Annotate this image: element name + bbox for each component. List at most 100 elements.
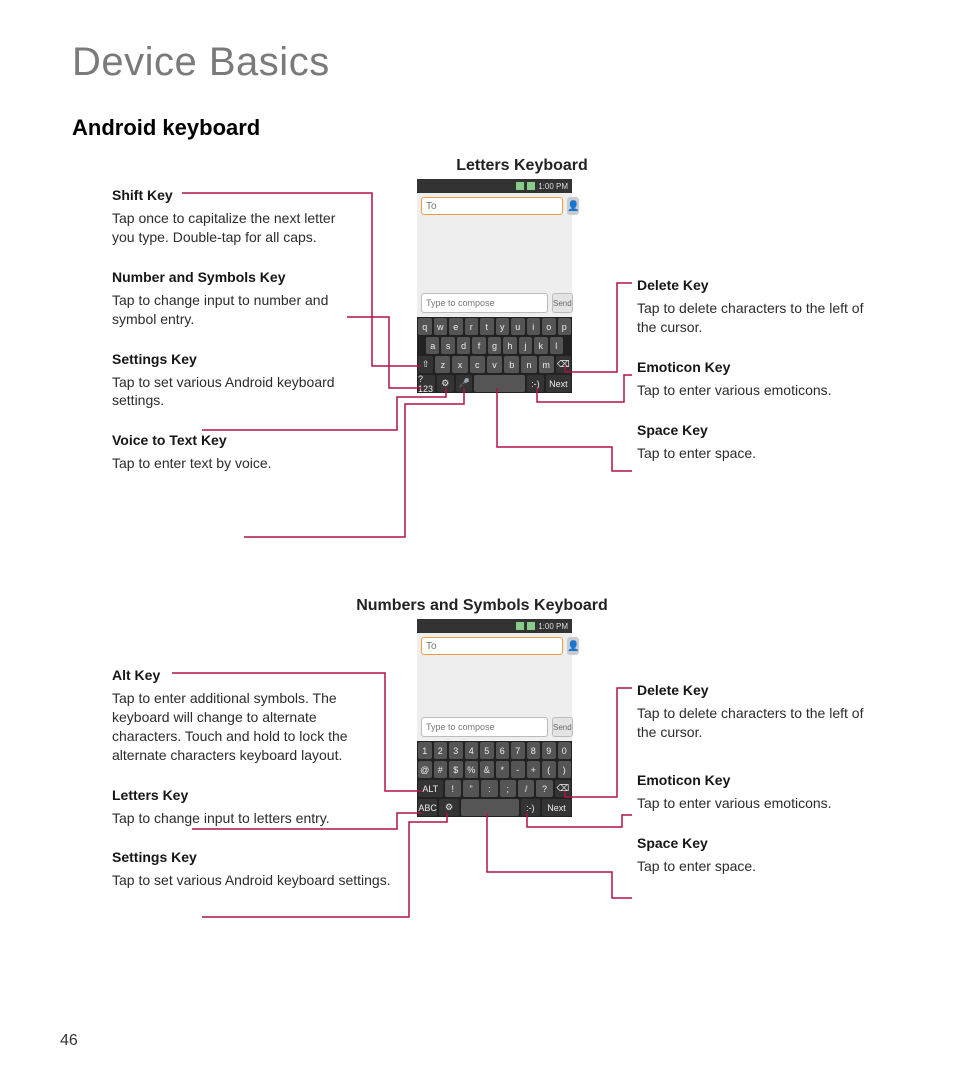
key-t[interactable]: t: [480, 318, 494, 335]
key-0[interactable]: 0: [558, 742, 572, 759]
key-o[interactable]: o: [542, 318, 556, 335]
key-&[interactable]: &: [480, 761, 494, 778]
key-c[interactable]: c: [470, 356, 485, 373]
voice-key-title: Voice to Text Key: [112, 432, 352, 448]
emoticon-key-title: Emoticon Key: [637, 359, 877, 375]
to-field[interactable]: [421, 197, 563, 215]
key-8[interactable]: 8: [527, 742, 541, 759]
key-#[interactable]: #: [434, 761, 448, 778]
key-9[interactable]: 9: [542, 742, 556, 759]
emoticon2-key-title: Emoticon Key: [637, 772, 877, 788]
contact-icon[interactable]: 👤: [567, 197, 579, 215]
key--[interactable]: -: [511, 761, 525, 778]
key-ALT[interactable]: ALT: [418, 780, 443, 797]
key-4[interactable]: 4: [465, 742, 479, 759]
numbers-keyboard[interactable]: 1234567890 @#$%&*-+() ALT!":;/?⌫ ABC ⚙ :…: [417, 741, 572, 817]
key-r[interactable]: r: [465, 318, 479, 335]
key-i[interactable]: i: [527, 318, 541, 335]
emoticon-key[interactable]: :-): [521, 799, 540, 816]
space2-key-title: Space Key: [637, 835, 877, 851]
voice-key[interactable]: 🎤: [456, 375, 473, 392]
settings-key[interactable]: ⚙: [437, 375, 454, 392]
key-j[interactable]: j: [519, 337, 532, 354]
signal-icon: [516, 182, 524, 190]
key-n[interactable]: n: [521, 356, 536, 373]
key-p[interactable]: p: [558, 318, 572, 335]
contact-icon[interactable]: 👤: [567, 637, 579, 655]
signal-icon: [516, 622, 524, 630]
key-7[interactable]: 7: [511, 742, 525, 759]
key-%[interactable]: %: [465, 761, 479, 778]
key-6[interactable]: 6: [496, 742, 510, 759]
shift-key-desc: Tap once to capitalize the next letter y…: [112, 209, 352, 247]
key-k[interactable]: k: [534, 337, 547, 354]
settings-key[interactable]: ⚙: [439, 799, 458, 816]
emoticon-key-desc: Tap to enter various emoticons.: [637, 381, 877, 400]
settings-key-title: Settings Key: [112, 351, 352, 367]
voice-key-desc: Tap to enter text by voice.: [112, 454, 352, 473]
alt-key-desc: Tap to enter additional symbols. The key…: [112, 689, 352, 765]
key-m[interactable]: m: [539, 356, 554, 373]
delete2-key-title: Delete Key: [637, 682, 877, 698]
key-w[interactable]: w: [434, 318, 448, 335]
key-3[interactable]: 3: [449, 742, 463, 759]
key-u[interactable]: u: [511, 318, 525, 335]
letters-key-desc: Tap to change input to letters entry.: [112, 809, 352, 828]
key-+[interactable]: +: [527, 761, 541, 778]
status-time: 1:00 PM: [538, 182, 568, 191]
page-title: Device Basics: [72, 40, 894, 85]
key-x[interactable]: x: [452, 356, 467, 373]
key-⌫[interactable]: ⌫: [556, 356, 571, 373]
num-sym-key-title: Number and Symbols Key: [112, 269, 352, 285]
to-field[interactable]: [421, 637, 563, 655]
key-⇧[interactable]: ⇧: [418, 356, 433, 373]
settings-key-desc: Tap to set various Android keyboard sett…: [112, 373, 352, 411]
compose-field[interactable]: [421, 293, 548, 313]
key-v[interactable]: v: [487, 356, 502, 373]
space-key[interactable]: [461, 799, 519, 816]
key-f[interactable]: f: [472, 337, 485, 354]
key-b[interactable]: b: [504, 356, 519, 373]
space-key[interactable]: [474, 375, 524, 392]
key-a[interactable]: a: [426, 337, 439, 354]
key-?[interactable]: ?: [536, 780, 552, 797]
key-1[interactable]: 1: [418, 742, 432, 759]
key-@[interactable]: @: [418, 761, 432, 778]
key-5[interactable]: 5: [480, 742, 494, 759]
delete-key-desc: Tap to delete characters to the left of …: [637, 299, 877, 337]
key-2[interactable]: 2: [434, 742, 448, 759]
numbers-keyboard-heading: Numbers and Symbols Keyboard: [317, 597, 647, 615]
key-"[interactable]: ": [463, 780, 479, 797]
key-q[interactable]: q: [418, 318, 432, 335]
compose-field[interactable]: [421, 717, 548, 737]
alt-key-title: Alt Key: [112, 667, 352, 683]
key-)[interactable]: ): [558, 761, 572, 778]
num-sym-key[interactable]: ?123: [418, 375, 435, 392]
shift-key-title: Shift Key: [112, 187, 352, 203]
emoticon-key[interactable]: :-): [527, 375, 544, 392]
key-*[interactable]: *: [496, 761, 510, 778]
key-;[interactable]: ;: [500, 780, 516, 797]
space2-key-desc: Tap to enter space.: [637, 857, 877, 876]
key-h[interactable]: h: [503, 337, 516, 354]
key-l[interactable]: l: [550, 337, 563, 354]
key-⌫[interactable]: ⌫: [555, 780, 571, 797]
key-y[interactable]: y: [496, 318, 510, 335]
key-d[interactable]: d: [457, 337, 470, 354]
key-s[interactable]: s: [441, 337, 454, 354]
key-:[interactable]: :: [481, 780, 497, 797]
key-z[interactable]: z: [435, 356, 450, 373]
letters-keyboard[interactable]: qwertyuiop asdfghjkl ⇧zxcvbnm⌫ ?123 ⚙ 🎤 …: [417, 317, 572, 393]
key-g[interactable]: g: [488, 337, 501, 354]
next-key[interactable]: Next: [546, 375, 571, 392]
battery-icon: [527, 182, 535, 190]
next-key[interactable]: Next: [542, 799, 571, 816]
send-button[interactable]: Send: [552, 717, 573, 737]
key-e[interactable]: e: [449, 318, 463, 335]
key-/[interactable]: /: [518, 780, 534, 797]
send-button[interactable]: Send: [552, 293, 573, 313]
key-([interactable]: (: [542, 761, 556, 778]
key-![interactable]: !: [445, 780, 461, 797]
letters-mode-key[interactable]: ABC: [418, 799, 437, 816]
key-$[interactable]: $: [449, 761, 463, 778]
